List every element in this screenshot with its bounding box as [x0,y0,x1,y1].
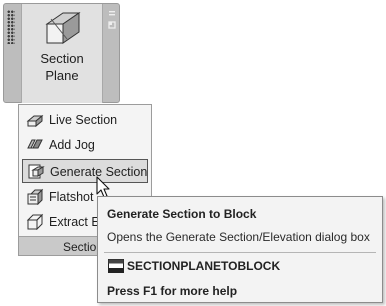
menu-item-live-section[interactable]: Live Section [22,108,148,132]
section-plane-button[interactable]: Section Plane [21,4,103,103]
generate-section-icon [28,164,45,179]
menu-item-generate-section[interactable]: Generate Section [22,159,148,183]
screen: Section Plane Live Section Add Jog Gener… [0,0,386,306]
ribbon-panel-section: Section Plane [3,3,120,103]
command-tooltip: Generate Section to Block Opens the Gene… [97,196,383,303]
menu-item-label: Live Section [49,113,118,127]
section-plane-label: Section Plane [22,50,102,84]
panel-grip-handle[interactable] [7,10,15,44]
tooltip-divider [104,252,376,253]
section-plane-label-line1: Section [40,51,84,66]
flatshot-icon [27,188,44,205]
menu-item-label: Add Jog [49,138,95,152]
section-plane-icon [45,12,81,44]
menu-item-label: Flatshot [49,190,94,204]
menu-item-add-jog[interactable]: Add Jog [22,133,148,157]
panel-options-icon[interactable] [107,10,117,34]
tooltip-title: Generate Section to Block [107,207,257,221]
command-line-icon [108,259,124,273]
extract-edges-icon [26,213,44,230]
live-section-icon [26,114,44,128]
tooltip-command-name: SECTIONPLANETOBLOCK [127,259,281,273]
add-jog-icon [27,139,43,149]
tooltip-help-hint: Press F1 for more help [107,284,238,298]
tooltip-description: Opens the Generate Section/Elevation dia… [107,230,370,244]
section-plane-label-line2: Plane [45,68,79,83]
